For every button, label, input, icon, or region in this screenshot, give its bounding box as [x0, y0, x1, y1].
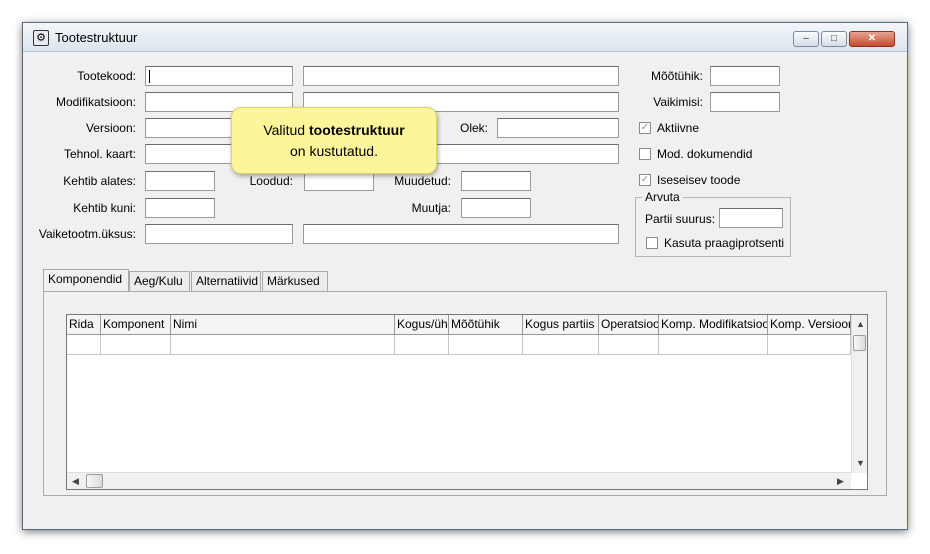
grid-cell[interactable] — [599, 335, 659, 355]
tootekood-input[interactable] — [145, 66, 293, 86]
vaiketootm-input[interactable] — [145, 224, 293, 244]
grid-cell[interactable] — [101, 335, 171, 355]
deleted-notification-tooltip: Valitud tootestruktuur on kustutatud. — [231, 107, 437, 174]
tab-panel: Rida Komponent Nimi Kogus/üh Mõõtühik Ko… — [43, 291, 887, 496]
aktiivne-checkbox[interactable]: ✓ — [639, 122, 651, 134]
scroll-right-icon[interactable]: ▶ — [837, 476, 844, 486]
aktiivne-label: Aktiivne — [657, 121, 700, 135]
tootekood-label: Tootekood: — [77, 69, 136, 83]
column-header-kogus-partiis[interactable]: Kogus partiis — [523, 315, 599, 335]
vaikimisi-input[interactable] — [710, 92, 780, 112]
partii-suurus-label: Partii suurus: — [645, 212, 716, 226]
column-header-nimi[interactable]: Nimi — [171, 315, 395, 335]
iseseisev-toode-checkbox[interactable]: ✓ — [639, 174, 651, 186]
grid-cell[interactable] — [768, 335, 851, 355]
muudetud-label: Muudetud: — [394, 174, 451, 188]
versioon-label: Versioon: — [85, 121, 136, 135]
kehtib-kuni-input[interactable] — [145, 198, 215, 218]
tab-aeg-kulu[interactable]: Aeg/Kulu — [129, 271, 190, 291]
loodud-label: Loodud: — [249, 174, 293, 188]
horizontal-scrollbar[interactable]: ◀ ▶ — [67, 472, 851, 489]
components-grid[interactable]: Rida Komponent Nimi Kogus/üh Mõõtühik Ko… — [66, 314, 868, 490]
column-header-operatsioon[interactable]: Operatsioon — [599, 315, 659, 335]
column-header-komp-versioon[interactable]: Komp. Versioon — [768, 315, 851, 335]
maximize-button[interactable]: □ — [821, 31, 847, 47]
olek-input[interactable] — [497, 118, 619, 138]
partii-suurus-input[interactable] — [719, 208, 783, 228]
scroll-left-icon[interactable]: ◀ — [72, 476, 79, 486]
column-header-mootuhik[interactable]: Mõõtühik — [449, 315, 523, 335]
mod-dokumendid-label: Mod. dokumendid — [657, 147, 753, 161]
kasuta-praagiprotsenti-checkbox[interactable] — [646, 237, 658, 249]
text-caret — [149, 70, 150, 83]
column-header-komp-modifikatsioon[interactable]: Komp. Modifikatsioon — [659, 315, 768, 335]
tooltip-bold-text: tootestruktuur — [309, 122, 405, 138]
kehtib-kuni-label: Kehtib kuni: — [73, 201, 136, 215]
kehtib-alates-input[interactable] — [145, 171, 215, 191]
window-title: Tootestruktuur — [55, 30, 138, 45]
horizontal-scroll-thumb[interactable] — [86, 474, 103, 488]
vertical-scroll-thumb[interactable] — [853, 335, 866, 351]
vaiketootm-label: Vaiketootm.üksus: — [38, 227, 136, 241]
loodud-input[interactable] — [304, 171, 374, 191]
vaiketootm-name-input[interactable] — [303, 224, 619, 244]
tooltip-prefix: Valitud — [263, 122, 309, 138]
mod-dokumendid-checkbox[interactable] — [639, 148, 651, 160]
gear-icon[interactable]: ⚙ — [33, 30, 49, 46]
tab-alternatiivid[interactable]: Alternatiivid — [191, 271, 261, 291]
kasuta-praagiprotsenti-label: Kasuta praagiprotsenti — [664, 236, 785, 250]
grid-cell[interactable] — [67, 335, 101, 355]
muutja-input[interactable] — [461, 198, 531, 218]
scroll-down-icon[interactable]: ▼ — [856, 458, 865, 468]
grid-cell[interactable] — [171, 335, 395, 355]
muutja-label: Muutja: — [411, 201, 451, 215]
tootekood-name-input[interactable] — [303, 66, 619, 86]
tooltip-line2: on kustutatud. — [290, 143, 378, 159]
column-header-kogus-uh[interactable]: Kogus/üh — [395, 315, 449, 335]
iseseisev-toode-label: Iseseisev toode — [657, 173, 741, 187]
tehnol-kaart-label: Tehnol. kaart: — [63, 147, 136, 161]
kehtib-alates-label: Kehtib alates: — [63, 174, 136, 188]
close-button[interactable]: ✕ — [849, 31, 895, 47]
modifikatsioon-label: Modifikatsioon: — [55, 95, 136, 109]
vertical-scrollbar[interactable]: ▲ ▼ — [851, 315, 867, 473]
grid-cell[interactable] — [395, 335, 449, 355]
column-header-komponent[interactable]: Komponent — [101, 315, 171, 335]
title-bar[interactable]: ⚙ Tootestruktuur – □ ✕ — [23, 23, 907, 52]
grid-cell[interactable] — [659, 335, 768, 355]
column-header-rida[interactable]: Rida — [67, 315, 101, 335]
minimize-button[interactable]: – — [793, 31, 819, 47]
muudetud-input[interactable] — [461, 171, 531, 191]
tab-komponendid[interactable]: Komponendid — [43, 269, 129, 292]
scroll-up-icon[interactable]: ▲ — [856, 319, 865, 329]
mootuhik-label: Mõõtühik: — [650, 69, 703, 83]
arvuta-title: Arvuta — [642, 190, 683, 204]
mootuhik-input[interactable] — [710, 66, 780, 86]
grid-cell[interactable] — [449, 335, 523, 355]
window: ⚙ Tootestruktuur – □ ✕ Tootekood: Modifi… — [22, 22, 908, 530]
grid-cell[interactable] — [523, 335, 599, 355]
arvuta-groupbox: Arvuta Partii suurus: Kasuta praagiprots… — [635, 190, 791, 257]
vaikimisi-label: Vaikimisi: — [653, 95, 703, 109]
tab-markused[interactable]: Märkused — [262, 271, 328, 291]
